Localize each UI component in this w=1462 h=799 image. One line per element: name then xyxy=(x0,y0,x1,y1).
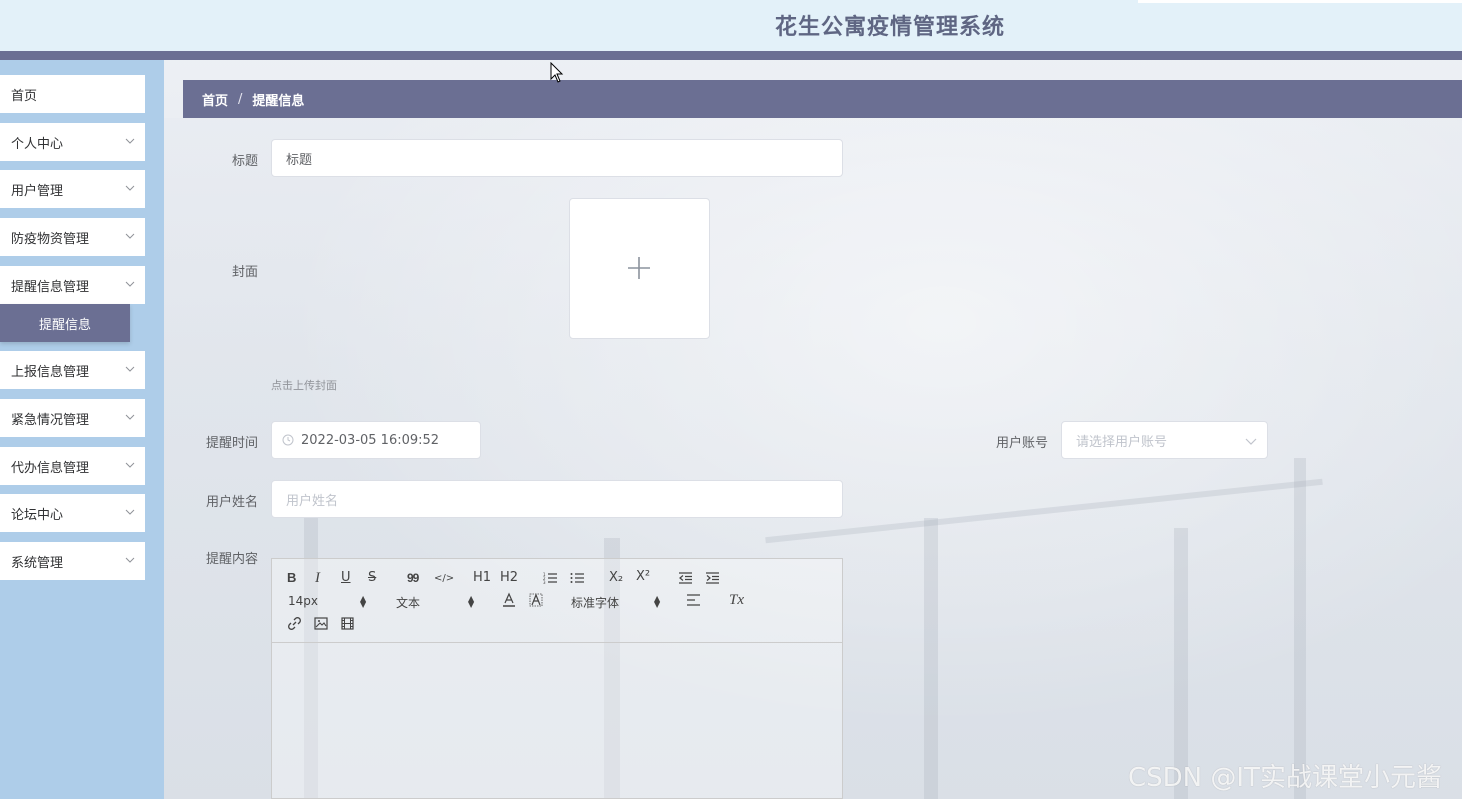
chevron-down-icon xyxy=(125,281,135,287)
italic-button[interactable]: I xyxy=(315,570,320,586)
sidebar-item-label: 上报信息管理 xyxy=(11,364,90,380)
title-label: 标题 xyxy=(232,154,259,169)
chevron-down-icon xyxy=(125,138,135,144)
chevron-down-icon xyxy=(125,366,135,372)
content-label: 提醒内容 xyxy=(206,552,259,567)
cover-upload[interactable] xyxy=(569,198,710,339)
user-account-select[interactable]: 请选择用户账号 xyxy=(1061,421,1268,459)
header-divider xyxy=(0,51,1462,60)
video-icon[interactable] xyxy=(341,617,354,630)
sidebar-item-label: 个人中心 xyxy=(11,136,64,152)
code-block-button[interactable]: </> xyxy=(434,571,454,587)
remind-time-picker[interactable]: 2022-03-05 16:09:52 xyxy=(271,421,481,459)
background-color-icon[interactable] xyxy=(528,592,544,608)
select-arrows-icon: ▲ ▼ xyxy=(360,594,367,609)
sidebar-subitem-label: 提醒信息 xyxy=(38,317,91,333)
sidebar-item-home[interactable]: 首页 xyxy=(0,75,145,113)
chevron-down-icon xyxy=(125,509,135,515)
sidebar-item-todo-management[interactable]: 代办信息管理 xyxy=(0,447,145,485)
sidebar-item-emergency-management[interactable]: 紧急情况管理 xyxy=(0,399,145,437)
remind-time-label: 提醒时间 xyxy=(206,436,259,451)
breadcrumb-current: 提醒信息 xyxy=(252,93,305,109)
user-name-placeholder: 用户姓名 xyxy=(286,493,339,509)
sidebar-item-label: 论坛中心 xyxy=(11,507,64,523)
sidebar-item-forum-center[interactable]: 论坛中心 xyxy=(0,494,145,532)
superscript-button[interactable]: X² xyxy=(636,569,650,585)
align-left-icon[interactable] xyxy=(686,593,701,607)
sidebar-item-label: 用户管理 xyxy=(11,183,64,199)
title-input[interactable]: 标题 xyxy=(271,139,843,177)
sidebar-item-user-management[interactable]: 用户管理 xyxy=(0,170,145,208)
user-name-input[interactable]: 用户姓名 xyxy=(271,480,843,518)
bullet-list-icon[interactable] xyxy=(570,571,585,585)
select-arrows-icon: ▲ ▼ xyxy=(654,594,661,609)
sidebar-item-system-management[interactable]: 系统管理 xyxy=(0,542,145,580)
user-name-label: 用户姓名 xyxy=(206,495,259,510)
app-title: 花生公寓疫情管理系统 xyxy=(775,15,1006,40)
sidebar-item-label: 首页 xyxy=(11,88,38,104)
image-icon[interactable] xyxy=(314,617,328,630)
clock-icon xyxy=(282,434,294,446)
background-pole xyxy=(924,518,938,799)
header-select[interactable]: 文本 ▲ ▼ xyxy=(396,594,476,611)
font-size-value: 14px xyxy=(288,594,318,608)
header2-button[interactable]: H2 xyxy=(500,570,518,586)
remind-time-value: 2022-03-05 16:09:52 xyxy=(301,432,440,448)
strike-button[interactable]: S xyxy=(368,570,376,586)
editor-content-area[interactable] xyxy=(272,644,842,798)
mouse-cursor-icon xyxy=(550,62,564,83)
background-wire xyxy=(765,478,1323,544)
font-family-value: 标准字体 xyxy=(571,596,620,610)
bold-button[interactable]: B xyxy=(287,570,296,586)
font-size-select[interactable]: 14px ▲ ▼ xyxy=(288,594,368,609)
select-arrows-icon: ▲ ▼ xyxy=(468,594,475,609)
header1-button[interactable]: H1 xyxy=(473,570,491,586)
sidebar-item-label: 提醒信息管理 xyxy=(11,279,90,295)
header-strip xyxy=(1138,0,1462,3)
sidebar-item-label: 防疫物资管理 xyxy=(11,231,90,247)
outdent-icon[interactable] xyxy=(678,571,693,585)
editor-toolbar: B I U S 99 </> H1 H2 1 2 3 X₂ X² 14px ▲ … xyxy=(272,559,842,643)
chevron-down-icon xyxy=(125,462,135,468)
ordered-list-icon[interactable]: 1 2 3 xyxy=(543,571,558,585)
underline-button[interactable]: U xyxy=(341,570,351,586)
breadcrumb-separator: / xyxy=(238,91,243,107)
link-icon[interactable] xyxy=(287,616,302,631)
chevron-down-icon xyxy=(125,233,135,239)
subscript-button[interactable]: X₂ xyxy=(609,570,623,586)
breadcrumb-home[interactable]: 首页 xyxy=(202,90,228,109)
sidebar-item-supplies-management[interactable]: 防疫物资管理 xyxy=(0,218,145,256)
sidebar-subitem-reminder-info[interactable]: 提醒信息 xyxy=(0,304,130,342)
background-pole xyxy=(1294,458,1306,799)
user-account-label: 用户账号 xyxy=(996,436,1049,451)
sidebar-item-reminder-management[interactable]: 提醒信息管理 xyxy=(0,266,145,304)
sidebar-item-label: 代办信息管理 xyxy=(11,460,90,476)
cover-label: 封面 xyxy=(232,265,259,280)
user-account-placeholder: 请选择用户账号 xyxy=(1076,434,1168,450)
sidebar-item-label: 系统管理 xyxy=(11,555,64,571)
svg-text:3: 3 xyxy=(543,580,546,585)
chevron-down-icon xyxy=(125,414,135,420)
chevron-down-icon xyxy=(125,557,135,563)
indent-icon[interactable] xyxy=(705,571,720,585)
cover-upload-tip: 点击上传封面 xyxy=(271,379,337,392)
sidebar-item-report-management[interactable]: 上报信息管理 xyxy=(0,351,145,389)
title-input-value: 标题 xyxy=(286,152,313,168)
text-color-icon[interactable] xyxy=(501,592,517,608)
chevron-down-icon xyxy=(1245,438,1257,445)
plus-icon xyxy=(628,257,650,279)
sidebar-item-label: 紧急情况管理 xyxy=(11,412,90,428)
watermark: CSDN @IT实战课堂小元酱 xyxy=(1128,763,1442,793)
sidebar-item-personal-center[interactable]: 个人中心 xyxy=(0,123,145,161)
font-family-select[interactable]: 标准字体 ▲ ▼ xyxy=(571,594,663,611)
breadcrumb: 首页 / 提醒信息 xyxy=(183,80,1462,118)
rich-text-editor: B I U S 99 </> H1 H2 1 2 3 X₂ X² 14px ▲ … xyxy=(271,558,843,799)
app-header: 花生公寓疫情管理系统 xyxy=(0,0,1462,51)
clean-format-button[interactable]: Tx xyxy=(729,592,744,608)
chevron-down-icon xyxy=(125,185,135,191)
blockquote-button[interactable]: 99 xyxy=(407,570,419,586)
header-select-value: 文本 xyxy=(396,596,421,610)
